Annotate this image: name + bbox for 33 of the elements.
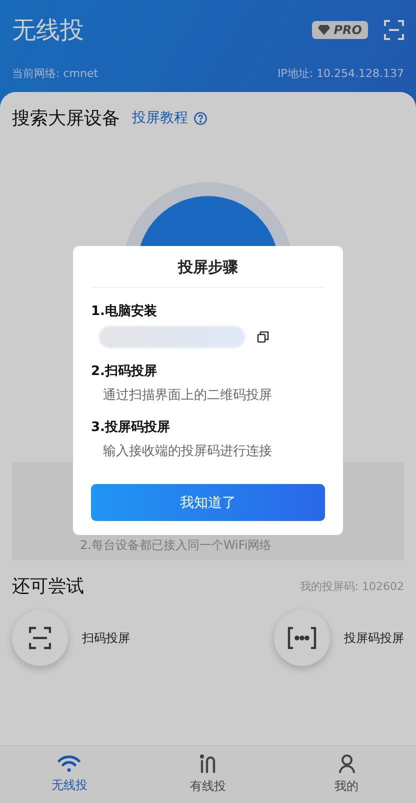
- nav-tab[interactable]: 我的: [277, 746, 416, 803]
- tip-text: 2.每台设备都已接入同一个WiFi网络: [80, 537, 272, 554]
- tutorial-link[interactable]: 投屏教程: [132, 109, 188, 127]
- app-title: 无线投: [12, 15, 84, 46]
- step-title: 3.投屏码投屏: [91, 419, 171, 436]
- section-title: 搜索大屏设备: [12, 107, 120, 130]
- pro-badge[interactable]: PRO: [312, 21, 368, 39]
- code-input-icon: [287, 627, 317, 649]
- nav-tab[interactable]: 有线投: [138, 746, 278, 803]
- person-icon: [338, 754, 356, 774]
- step-description: 通过扫描界面上的二维码投屏: [102, 387, 273, 404]
- step-description: 输入接收端的投屏码进行连接: [102, 443, 273, 460]
- confirm-button[interactable]: 我知道了: [91, 484, 325, 521]
- ip-address: IP地址: 10.254.128.137: [277, 66, 404, 81]
- pro-label: PRO: [334, 23, 362, 37]
- step-title: 1.电脑安装: [91, 302, 158, 320]
- scan-icon: [29, 626, 51, 650]
- section-title: 还可尝试: [12, 575, 84, 598]
- diamond-icon: [318, 25, 330, 35]
- action-label[interactable]: 扫码投屏: [82, 630, 130, 646]
- action-button[interactable]: [12, 610, 68, 666]
- cable-icon: [199, 754, 217, 774]
- scan-icon[interactable]: [384, 20, 404, 40]
- network-label: 当前网络: cmnet: [12, 66, 98, 81]
- dialog-title: 投屏步骤: [91, 246, 325, 288]
- copy-icon[interactable]: [257, 331, 269, 343]
- step-title: 2.扫码投屏: [91, 363, 158, 380]
- help-icon[interactable]: [194, 112, 207, 124]
- action-label[interactable]: 投屏码投屏: [344, 630, 404, 646]
- my-code: 我的投屏码: 102602: [300, 578, 404, 594]
- nav-tab[interactable]: 无线投: [0, 746, 139, 803]
- action-button[interactable]: [274, 610, 330, 666]
- wifi-icon: [57, 755, 82, 773]
